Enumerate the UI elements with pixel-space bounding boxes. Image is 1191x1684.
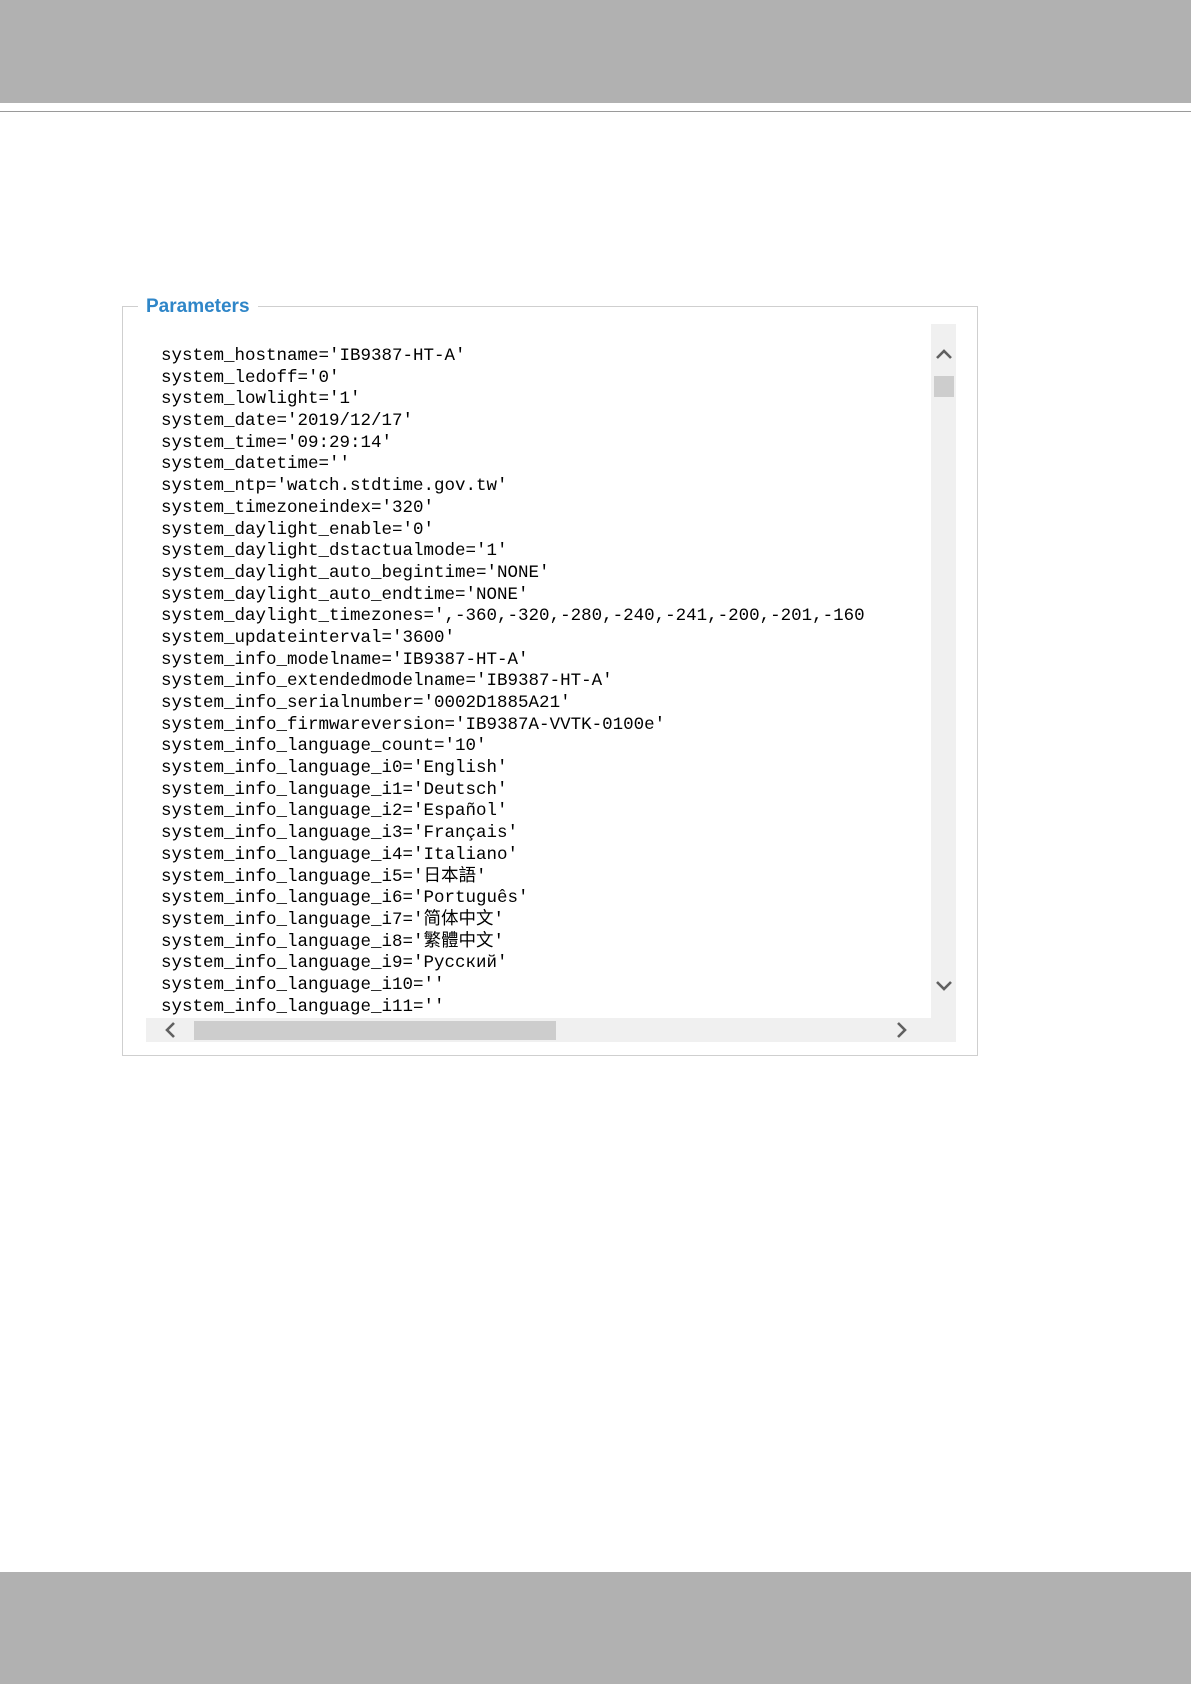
parameter-line: system_datetime='' [161,454,351,475]
parameter-line: system_updateinterval='3600' [161,627,456,648]
parameter-line: system_info_language_i11='' [161,996,445,1017]
parameter-line: system_info_modelname='IB9387-HT-A' [161,649,529,670]
chevron-left-icon[interactable] [160,1019,182,1041]
parameter-line: system_info_language_i3='Français' [161,823,519,844]
parameter-list: system_hostname='IB9387-HT-A' system_ledo… [161,346,865,1018]
vertical-scrollbar[interactable] [931,324,956,1018]
chevron-up-icon[interactable] [933,344,955,366]
parameter-line: system_hostname='IB9387-HT-A' [161,346,466,366]
parameters-textarea[interactable]: system_hostname='IB9387-HT-A' system_ledo… [146,324,956,1042]
parameter-line: system_date='2019/12/17' [161,411,414,432]
parameter-line: system_lowlight='1' [161,389,361,410]
chevron-down-icon[interactable] [933,974,955,996]
parameter-line: system_daylight_auto_begintime='NONE' [161,562,550,583]
chevron-right-icon[interactable] [890,1019,912,1041]
parameter-line: system_daylight_auto_endtime='NONE' [161,584,529,605]
page-header-band [0,0,1191,103]
parameter-line: system_info_language_i4='Italiano' [161,844,519,865]
parameters-legend: Parameters [138,296,258,318]
parameter-line: system_info_language_i6='Português' [161,888,529,909]
parameter-line: system_info_language_i0='English' [161,758,508,779]
parameter-line: system_info_firmwareversion='IB9387A-VVT… [161,714,666,735]
parameter-line: system_ntp='watch.stdtime.gov.tw' [161,476,508,497]
horizontal-scrollbar-thumb[interactable] [194,1021,556,1040]
parameter-line: system_time='09:29:14' [161,432,393,453]
parameter-line: system_info_serialnumber='0002D1885A21' [161,693,571,713]
parameter-line: system_ledoff='0' [161,367,340,388]
parameter-line: system_daylight_dstactualmode='1' [161,541,508,562]
parameter-line: system_info_language_i1='Deutsch' [161,779,508,800]
scrollbar-corner [931,1018,956,1042]
parameter-line: system_info_language_i7='简体中文' [161,909,505,930]
vertical-scrollbar-thumb[interactable] [934,376,954,397]
parameter-line: system_daylight_timezones=',-360,-320,-2… [161,606,865,627]
parameter-line: system_info_language_i10='' [161,974,445,995]
parameter-line: system_timezoneindex='320' [161,497,435,518]
header-divider [0,111,1191,112]
parameter-line: system_info_language_i2='Español' [161,801,508,822]
parameter-line: system_info_extendedmodelname='IB9387-HT… [161,671,613,692]
parameter-line: system_daylight_enable='0' [161,519,435,540]
parameter-line: system_info_language_count='10' [161,736,487,757]
horizontal-scrollbar[interactable] [146,1018,931,1042]
parameter-line: system_info_language_i8='繁體中文' [161,931,505,952]
parameters-text-viewport[interactable]: system_hostname='IB9387-HT-A' system_ledo… [146,324,931,1018]
parameter-line: system_info_language_i9='Русский' [161,953,508,974]
page-footer-band [0,1572,1191,1684]
parameter-line: system_info_language_i5='日本語' [161,866,487,887]
